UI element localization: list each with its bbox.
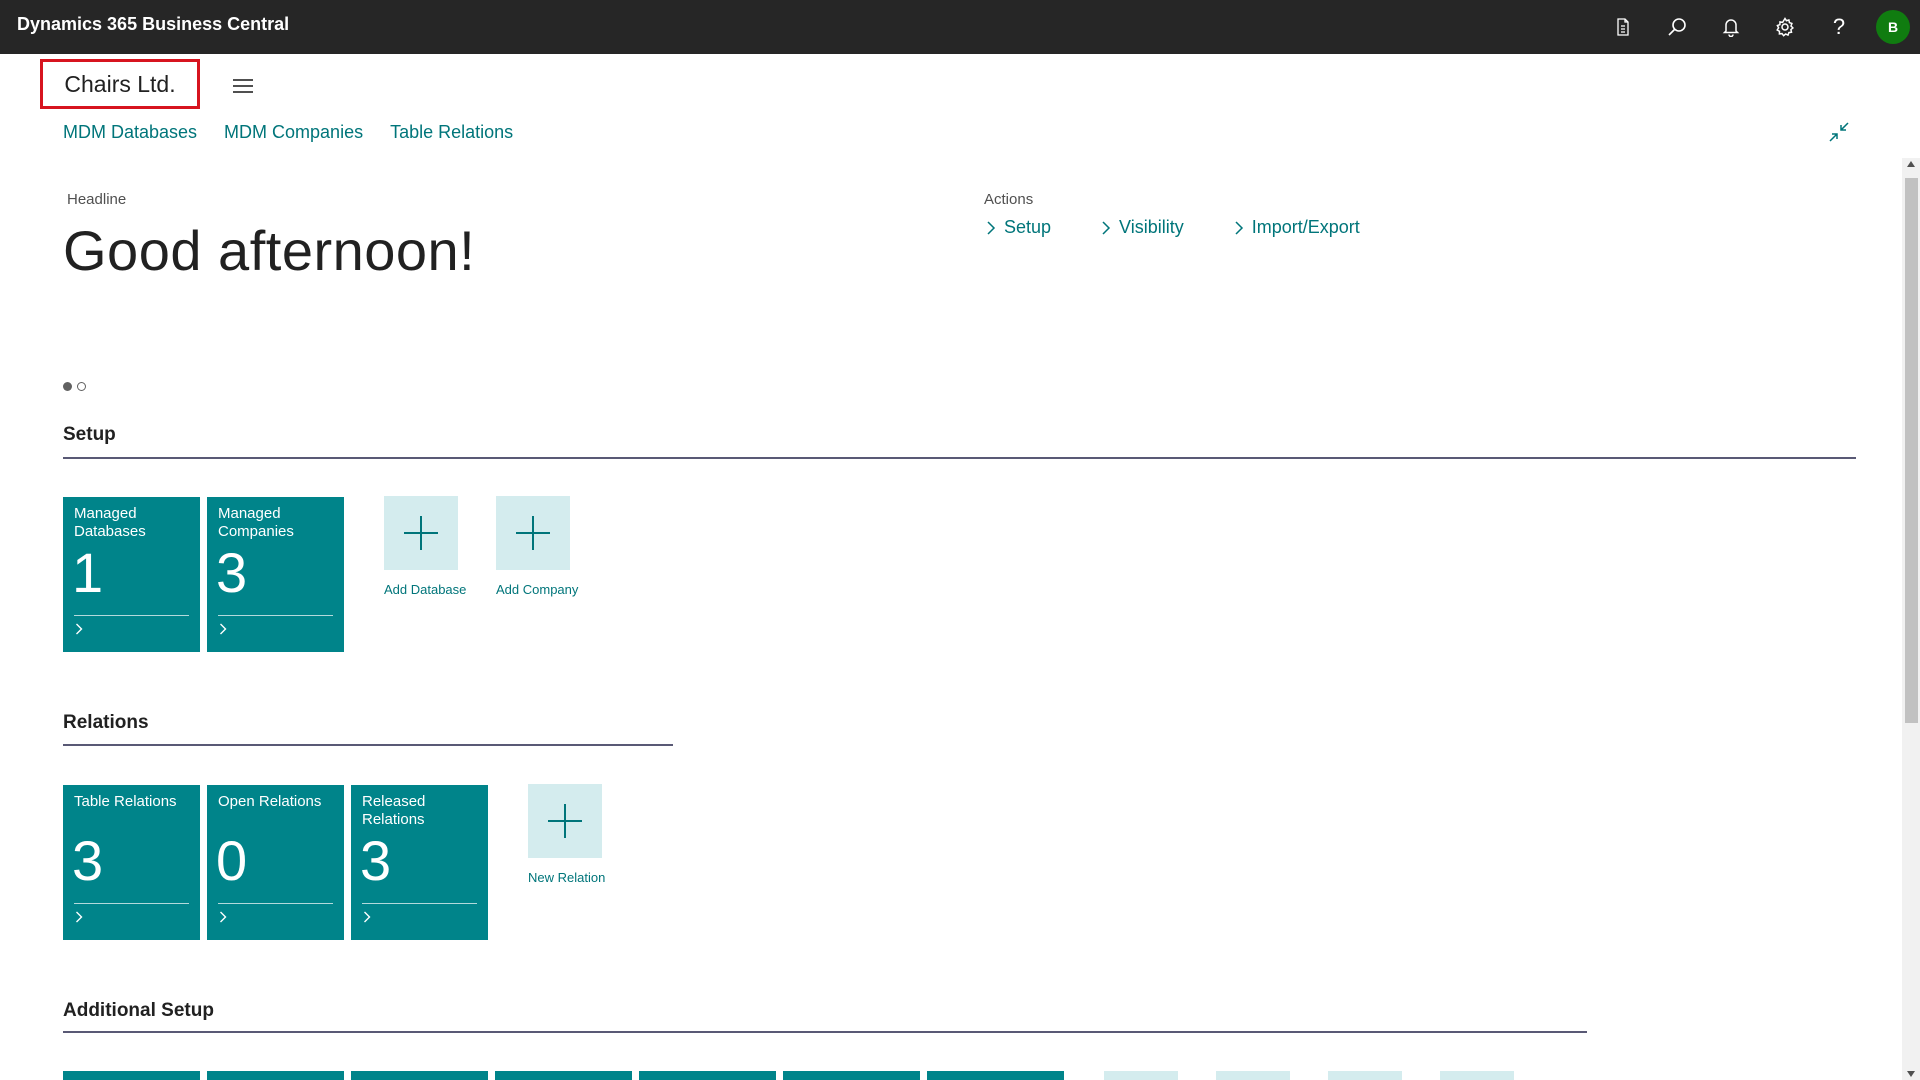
gear-icon[interactable] <box>1758 0 1812 54</box>
app-title[interactable]: Dynamics 365 Business Central <box>17 14 289 35</box>
tile-value: 3 <box>216 541 248 604</box>
section-title-relations[interactable]: Relations <box>63 712 149 734</box>
navigation-bar: MDM Databases MDM Companies Table Relati… <box>63 122 540 143</box>
top-bar: Dynamics 365 Business Central ? B <box>0 0 1920 54</box>
pager-dot-1[interactable] <box>63 382 72 391</box>
tile-value: 3 <box>72 829 104 892</box>
tile-partial[interactable] <box>351 1071 488 1080</box>
tile-partial[interactable] <box>495 1071 632 1080</box>
add-tile-partial[interactable] <box>1104 1071 1178 1080</box>
tile-table-relations[interactable]: Table Relations 3 <box>63 785 200 940</box>
tile-divider <box>74 903 189 904</box>
section-title-setup[interactable]: Setup <box>63 424 116 446</box>
tile-divider <box>218 903 333 904</box>
scrollbar-thumb[interactable] <box>1905 178 1918 723</box>
tile-divider <box>218 615 333 616</box>
chevron-right-icon <box>220 623 227 635</box>
tile-value: 3 <box>360 829 392 892</box>
pager-dot-2[interactable] <box>77 382 86 391</box>
add-company-label[interactable]: Add Company <box>496 582 578 597</box>
search-icon[interactable] <box>1650 0 1704 54</box>
tile-label: Managed Databases <box>74 505 146 540</box>
vertical-scrollbar[interactable] <box>1902 158 1920 1080</box>
tile-label: Released Relations <box>362 793 426 828</box>
headline-text: Good afternoon! <box>63 219 476 282</box>
tile-divider <box>74 615 189 616</box>
add-tile-partial[interactable] <box>1328 1071 1402 1080</box>
scroll-up-arrow-icon[interactable] <box>1906 160 1916 168</box>
hamburger-menu-icon[interactable] <box>233 79 253 93</box>
bell-icon[interactable] <box>1704 0 1758 54</box>
nav-link-table-relations[interactable]: Table Relations <box>390 122 513 143</box>
section-title-additional-setup[interactable]: Additional Setup <box>63 1000 214 1022</box>
tile-value: 1 <box>72 541 104 604</box>
chevron-right-icon <box>1235 220 1243 235</box>
tile-partial[interactable] <box>927 1071 1064 1080</box>
new-relation-button[interactable] <box>528 784 602 858</box>
nav-link-mdm-companies[interactable]: MDM Companies <box>224 122 363 143</box>
tile-label: Open Relations <box>218 793 322 810</box>
actions-label: Actions <box>984 191 1034 208</box>
tile-managed-companies[interactable]: Managed Companies 3 <box>207 497 344 652</box>
top-bar-icons: ? B <box>1596 0 1920 54</box>
tile-released-relations[interactable]: Released Relations 3 <box>351 785 488 940</box>
action-visibility-label: Visibility <box>1119 217 1184 237</box>
add-tile-partial[interactable] <box>1216 1071 1290 1080</box>
tile-open-relations[interactable]: Open Relations 0 <box>207 785 344 940</box>
document-icon[interactable] <box>1596 0 1650 54</box>
section-divider-relations <box>63 744 673 746</box>
plus-icon <box>548 804 582 838</box>
tile-value: 0 <box>216 829 248 892</box>
tile-partial[interactable] <box>783 1071 920 1080</box>
headline-pager <box>63 382 91 391</box>
avatar[interactable]: B <box>1876 10 1910 44</box>
tile-partial[interactable] <box>639 1071 776 1080</box>
action-import-export[interactable]: Import/Export <box>1234 217 1360 238</box>
plus-icon <box>516 516 550 550</box>
nav-link-mdm-databases[interactable]: MDM Databases <box>63 122 197 143</box>
chevron-right-icon <box>987 220 996 235</box>
chevron-right-icon <box>1102 220 1111 235</box>
chevron-right-icon <box>76 623 83 635</box>
action-setup-label: Setup <box>1004 217 1052 237</box>
section-divider-additional-setup <box>63 1031 1587 1033</box>
tile-partial[interactable] <box>207 1071 344 1080</box>
headline-label: Headline <box>67 191 127 208</box>
collapse-icon[interactable] <box>1828 121 1850 143</box>
section-divider-setup <box>63 457 1856 459</box>
action-visibility[interactable]: Visibility <box>1101 217 1184 238</box>
help-glyph: ? <box>1832 14 1846 39</box>
company-name: Chairs Ltd. <box>64 70 176 97</box>
tile-divider <box>362 903 477 904</box>
chevron-right-icon <box>364 911 371 923</box>
scroll-down-arrow-icon[interactable] <box>1906 1070 1916 1078</box>
company-name-box[interactable]: Chairs Ltd. <box>40 59 200 109</box>
action-setup[interactable]: Setup <box>986 217 1051 238</box>
action-import-export-label: Import/Export <box>1251 217 1360 237</box>
tile-partial[interactable] <box>63 1071 200 1080</box>
plus-icon <box>404 516 438 550</box>
add-database-button[interactable] <box>384 496 458 570</box>
chevron-right-icon <box>76 911 83 923</box>
add-tile-partial[interactable] <box>1440 1071 1514 1080</box>
add-database-label[interactable]: Add Database <box>384 582 466 597</box>
tile-label: Managed Companies <box>218 505 294 540</box>
help-icon[interactable]: ? <box>1812 0 1866 54</box>
tile-label: Table Relations <box>74 793 177 810</box>
actions-row: Setup Visibility Import/Export <box>986 217 1410 238</box>
add-company-button[interactable] <box>496 496 570 570</box>
new-relation-label[interactable]: New Relation <box>528 870 605 885</box>
tile-managed-databases[interactable]: Managed Databases 1 <box>63 497 200 652</box>
chevron-right-icon <box>220 911 227 923</box>
